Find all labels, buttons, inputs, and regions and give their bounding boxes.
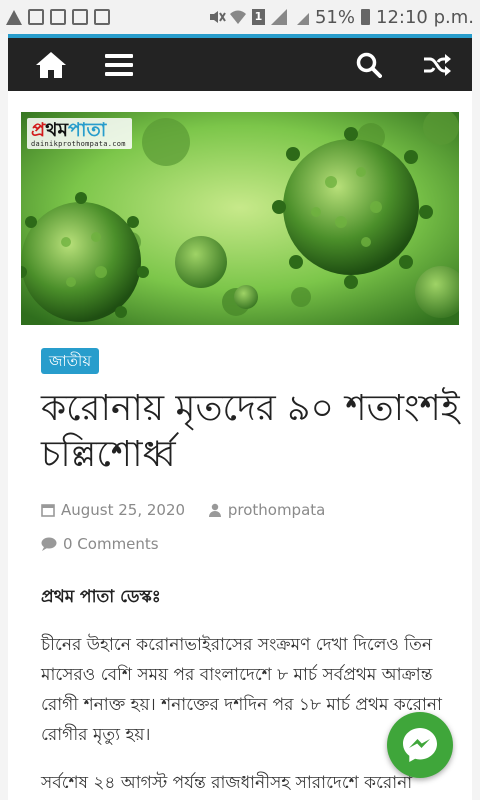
menu-button[interactable]	[100, 46, 138, 84]
home-icon	[36, 51, 66, 78]
warning-icon	[6, 9, 22, 25]
logo-domain: dainikprothompata.com	[31, 140, 126, 148]
category-badge[interactable]: জাতীয়	[41, 348, 100, 374]
article-title: করোনায় মৃতদের ৯০ শতাংশই চল্লিশোর্ধ্ব	[41, 388, 460, 475]
calendar-icon	[28, 9, 44, 25]
system-icons: 1 51% 12:10 p.m.	[208, 7, 474, 28]
status-bar: 1 51% 12:10 p.m.	[0, 0, 480, 34]
logo-text-1: প্র	[31, 119, 46, 141]
image-icon	[72, 9, 88, 25]
signal-2-icon	[293, 9, 309, 25]
post-author[interactable]: prothompata	[208, 494, 326, 526]
article-paragraph-2: সর্বশেষ ২৪ আগস্ট পর্যন্ত রাজধানীসহ সারাদ…	[41, 773, 413, 793]
news-desk-label: প্রথম পাতা ডেস্কঃ	[41, 587, 161, 607]
sim-icon: 1	[251, 9, 265, 25]
post-comments-text: 0 Comments	[63, 535, 159, 553]
featured-image[interactable]: প্রথমপাতা dainikprothompata.com	[21, 112, 459, 325]
sync-icon	[50, 9, 66, 25]
messenger-icon	[403, 728, 437, 762]
mute-icon	[208, 9, 226, 25]
shuffle-icon	[424, 53, 451, 76]
signal-icon	[270, 9, 287, 25]
wifi-icon	[229, 9, 246, 25]
messenger-chat-button[interactable]	[387, 712, 453, 778]
recycle-icon	[94, 9, 110, 25]
article-meta: August 25, 2020 prothompata 0 Comments	[41, 494, 431, 562]
article-card: প্রথমপাতা dainikprothompata.com জাতীয় ক…	[8, 91, 472, 800]
top-navbar	[8, 38, 472, 91]
battery-icon	[361, 9, 370, 25]
menu-icon	[105, 53, 133, 76]
logo-text-3: পাতা	[68, 119, 107, 141]
post-author-text: prothompata	[227, 501, 326, 519]
search-icon	[356, 52, 382, 78]
battery-percent: 51%	[314, 6, 355, 28]
post-date-text: August 25, 2020	[61, 501, 186, 519]
comment-icon	[41, 537, 57, 551]
random-post-button[interactable]	[418, 46, 456, 84]
home-button[interactable]	[32, 46, 70, 84]
logo-text-2: থম	[45, 119, 69, 141]
calendar-icon	[41, 504, 55, 517]
post-date[interactable]: August 25, 2020	[41, 494, 185, 526]
site-logo: প্রথমপাতা dainikprothompata.com	[27, 118, 132, 149]
notification-icons	[6, 9, 110, 25]
clock: 12:10 p.m.	[376, 6, 474, 28]
user-icon	[208, 503, 221, 517]
post-comments[interactable]: 0 Comments	[41, 528, 159, 560]
search-button[interactable]	[350, 46, 388, 84]
